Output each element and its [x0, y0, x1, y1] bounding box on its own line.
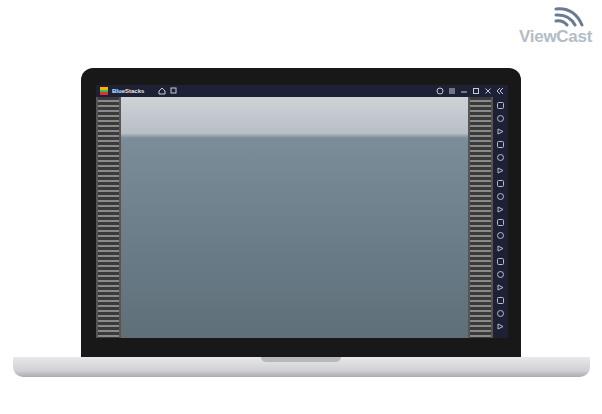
- laptop-lid: BlueStacks: [81, 68, 521, 357]
- toolbar-tool-icon[interactable]: [497, 193, 504, 200]
- toolbar-tool-icon[interactable]: [497, 284, 504, 291]
- window-title: BlueStacks: [112, 88, 144, 94]
- toolbar-tool-icon[interactable]: [497, 258, 504, 265]
- window-body: [96, 97, 508, 338]
- minimize-icon[interactable]: [460, 87, 468, 95]
- title-bar: BlueStacks: [96, 85, 508, 97]
- logo-text: ViewCast: [519, 27, 592, 47]
- toolbar-tool-icon[interactable]: [497, 154, 504, 161]
- page: ViewCast BlueStacks: [0, 0, 602, 414]
- toolbar-tool-icon[interactable]: [497, 297, 504, 304]
- toolbar-tool-icon[interactable]: [497, 115, 504, 122]
- toolbar-tool-icon[interactable]: [497, 245, 504, 252]
- toolbar-tool-icon[interactable]: [497, 141, 504, 148]
- toolbar-tool-icon[interactable]: [497, 310, 504, 317]
- viewcast-logo: ViewCast: [500, 5, 592, 47]
- help-icon[interactable]: [436, 87, 444, 95]
- toolbar-tool-icon[interactable]: [497, 128, 504, 135]
- toolbar-tool-icon[interactable]: [497, 219, 504, 226]
- maximize-icon[interactable]: [472, 87, 480, 95]
- film-strip-left: [96, 97, 121, 338]
- laptop-base: [13, 357, 590, 377]
- home-icon[interactable]: [158, 87, 166, 95]
- bluestacks-logo-icon: [100, 87, 108, 95]
- base-notch: [261, 357, 341, 362]
- close-icon[interactable]: [484, 87, 492, 95]
- toolbar-tool-icon[interactable]: [497, 167, 504, 174]
- toolbar-tool-icon[interactable]: [497, 206, 504, 213]
- side-toolbar: [493, 97, 508, 338]
- laptop: BlueStacks: [0, 0, 602, 377]
- menu-icon[interactable]: [448, 87, 456, 95]
- multi-instance-icon[interactable]: [170, 87, 178, 95]
- film-strip-right: [468, 97, 493, 338]
- toolbar-tool-icon[interactable]: [497, 102, 504, 109]
- content-area: [96, 97, 493, 338]
- toolbar-tool-icon[interactable]: [497, 232, 504, 239]
- toolbar-tool-icon[interactable]: [497, 271, 504, 278]
- toolbar-tool-icon[interactable]: [497, 180, 504, 187]
- collapse-sidebar-icon[interactable]: [496, 87, 504, 95]
- signal-arcs-icon: [552, 5, 586, 27]
- toolbar-tool-icon[interactable]: [497, 323, 504, 330]
- photo: [121, 97, 468, 338]
- app-window: BlueStacks: [96, 85, 508, 338]
